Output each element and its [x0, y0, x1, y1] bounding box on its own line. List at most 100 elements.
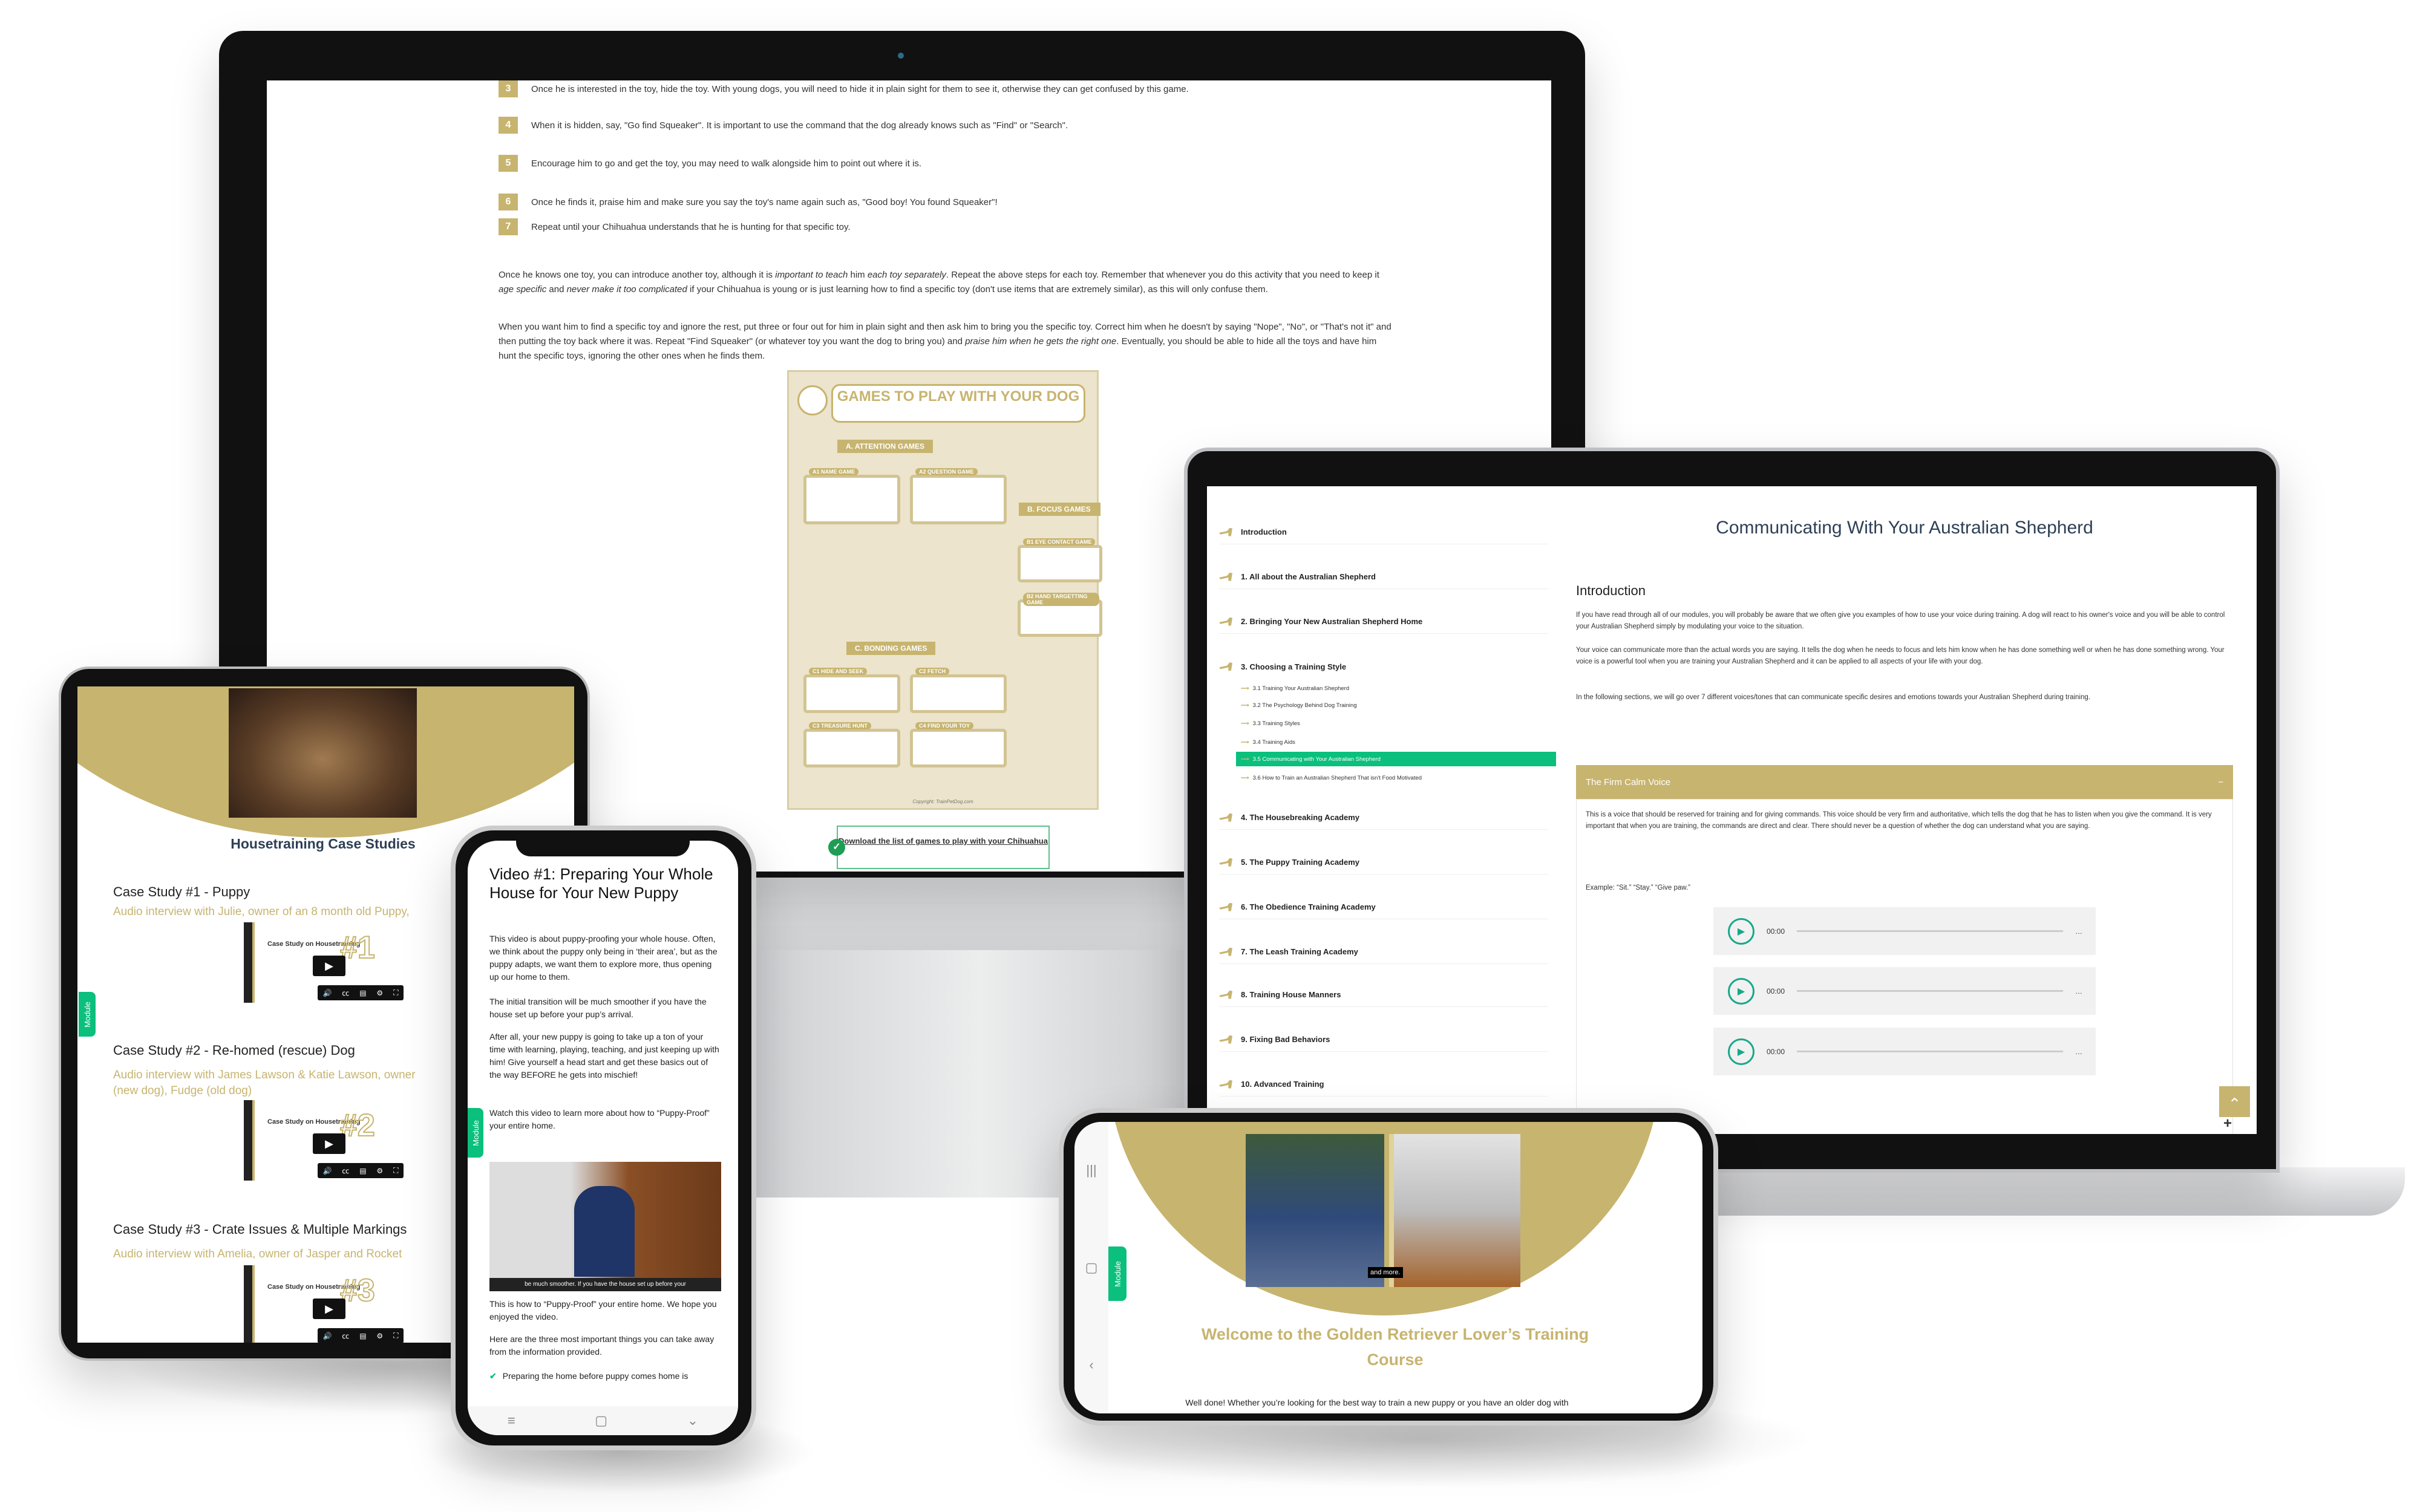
sidebar-item[interactable]: 8. Training House Manners [1219, 983, 1548, 1007]
scroll-top-button[interactable]: ⌃ [2219, 1086, 2250, 1117]
video-caption: be much smoother. If you have the house … [489, 1278, 721, 1291]
dog-icon [1219, 902, 1232, 911]
arrow-right-icon: ⟶ [1241, 720, 1249, 727]
recent-apps-icon[interactable]: ||| [1086, 1162, 1096, 1178]
step-3: 3 Once he is interested in the toy, hide … [499, 80, 1189, 97]
play-icon[interactable]: ▶ [1728, 977, 1754, 1005]
play-icon[interactable]: ▶ [313, 1299, 345, 1319]
audio-video-thumbnail[interactable]: Case Study on Housetraining #2 ▶ 🔊 ㏄ ▤ ⚙ ⛶ [244, 1100, 404, 1181]
android-nav-bar: ≡ ▢ ⌄ [468, 1406, 738, 1435]
plus-icon[interactable]: + [2223, 1115, 2232, 1132]
gear-icon: ⚙ [376, 1331, 384, 1340]
play-icon[interactable]: ▶ [1728, 1038, 1754, 1065]
sidebar-item[interactable]: 3. Choosing a Training Style [1219, 654, 1548, 679]
audio-progress[interactable] [1797, 990, 2064, 992]
paragraph: Here are the three most important things… [489, 1334, 715, 1357]
sidebar-item[interactable]: 9. Fixing Bad Behaviors [1219, 1028, 1548, 1052]
sidebar-item[interactable]: 6. The Obedience Training Academy [1219, 895, 1548, 919]
case-study-subtitle: Audio interview with Amelia, owner of Ja… [113, 1248, 402, 1260]
step-7: 7 Repeat until your Chihuahua understands… [499, 218, 851, 235]
module-tab[interactable]: Module [79, 992, 96, 1037]
audio-player[interactable]: ▶ 00:00… [1713, 1028, 2096, 1075]
presenter [574, 1186, 635, 1277]
video-player[interactable]: be much smoother. If you have the house … [489, 1162, 721, 1291]
phone-screen: Video #1: Preparing Your Whole House for… [468, 841, 738, 1435]
sidebar-subitem[interactable]: ⟶ 3.1 Training Your Australian Shepherd [1236, 681, 1556, 696]
home-icon[interactable]: ▢ [1085, 1260, 1098, 1276]
case-study-title: Case Study #2 - Re-homed (rescue) Dog [113, 1043, 355, 1058]
logo-icon [797, 385, 828, 415]
accordion-header[interactable]: The Firm Calm Voice − [1576, 765, 2233, 799]
arrow-right-icon: ⟶ [1241, 702, 1249, 709]
dog-icon [1219, 527, 1232, 536]
welcome-heading: Welcome to the Golden Retriever Lover’s … [1201, 1325, 1589, 1369]
card-a2: A2 QUESTION GAME [910, 468, 1007, 524]
sidebar-item[interactable]: 7. The Leash Training Academy [1219, 940, 1548, 964]
collapse-icon[interactable]: − [2218, 777, 2223, 787]
step-4: 4 When it is hidden, say, "Go find Squeak… [499, 117, 1068, 134]
sidebar-subitem[interactable]: ⟶ 3.3 Training Styles [1236, 716, 1556, 731]
sidebar-subitem[interactable]: ⟶ 3.5 Communicating with Your Australian … [1236, 752, 1556, 766]
paragraph: After all, your new puppy is going to ta… [489, 1032, 719, 1080]
example-text: Example: “Sit.” “Stay.” “Give paw.” [1586, 884, 1690, 891]
dog-icon [1219, 617, 1232, 626]
sidebar-subitem[interactable]: ⟶ 3.2 The Psychology Behind Dog Training [1236, 698, 1556, 712]
module-tab[interactable]: Module [1108, 1246, 1127, 1301]
play-icon[interactable]: ▶ [313, 956, 345, 976]
module-tab[interactable]: Module [468, 1108, 483, 1158]
back-chevron-icon[interactable]: ‹ [1089, 1357, 1093, 1373]
player-controls[interactable]: 🔊 ㏄ ▤ ⚙ ⛶ [318, 1328, 404, 1343]
webcam [898, 53, 904, 59]
card-b2: B2 HAND TARGETTING GAME [1018, 593, 1102, 637]
back-chevron-icon[interactable]: ⌄ [687, 1413, 698, 1429]
german-shepherd-photo [229, 688, 417, 818]
case-study-title: Case Study #3 - Crate Issues & Multiple … [113, 1222, 407, 1237]
arrow-right-icon: ⟶ [1241, 774, 1249, 781]
check-circle-icon: ✓ [828, 839, 845, 856]
check-icon: ✔ [489, 1371, 497, 1381]
intro-paragraph: Your voice can communicate more than the… [1576, 647, 2225, 665]
dog-icon [1219, 1035, 1232, 1044]
step-5: 5 Encourage him to go and get the toy, yo… [499, 155, 921, 172]
sidebar-item[interactable]: 1. All about the Australian Shepherd [1219, 565, 1548, 589]
sidebar-subitem[interactable]: ⟶ 3.6 How to Train an Australian Shepherd… [1236, 771, 1556, 785]
audio-player[interactable]: ▶ 00:00… [1713, 967, 2096, 1015]
cc-icon: ㏄ [342, 989, 350, 997]
audio-player[interactable]: ▶ 00:00… [1713, 907, 2096, 955]
sidebar-item[interactable]: Introduction [1219, 520, 1548, 544]
recent-apps-icon[interactable]: ≡ [508, 1413, 515, 1429]
page-title: Communicating With Your Australian Sheph… [1716, 518, 2093, 538]
home-icon[interactable]: ▢ [595, 1413, 607, 1429]
transcript-icon: ▤ [359, 988, 367, 997]
intro-paragraph: If you have read through all of our modu… [1576, 611, 2225, 630]
play-icon[interactable]: ▶ [313, 1133, 345, 1154]
download-games-link[interactable]: ✓ Download the list of games to play with… [828, 826, 1050, 869]
dog-icon [1219, 813, 1232, 822]
player-controls[interactable]: 🔊 ㏄ ▤ ⚙ ⛶ [318, 1163, 404, 1178]
cc-icon: ㏄ [342, 1167, 350, 1175]
sidebar-item[interactable]: 4. The Housebreaking Academy [1219, 806, 1548, 830]
case-study-title: Case Study #1 - Puppy [113, 884, 250, 899]
audio-video-thumbnail[interactable]: Case Study on Housetraining #3 ▶ 🔊 ㏄ ▤ ⚙ ⛶ [244, 1265, 404, 1343]
android-nav-bar: ||| ▢ ‹ [1074, 1122, 1108, 1413]
sidebar-item[interactable]: 2. Bringing Your New Australian Shepherd… [1219, 610, 1548, 634]
audio-progress[interactable] [1797, 930, 2064, 932]
landscape-screen: ||| ▢ ‹ and more. Welcome to the Golden Re… [1074, 1122, 1702, 1413]
case-study-subtitle: (new dog), Fudge (old dog) [113, 1084, 252, 1097]
player-controls[interactable]: 🔊 ㏄ ▤ ⚙ ⛶ [318, 985, 404, 1000]
trainer-with-golden-retriever-photo [1394, 1134, 1520, 1287]
arrow-right-icon: ⟶ [1241, 685, 1249, 692]
volume-icon: 🔊 [322, 1331, 332, 1340]
sidebar-item[interactable]: 10. Advanced Training [1219, 1072, 1548, 1097]
sidebar-item[interactable]: 5. The Puppy Training Academy [1219, 850, 1548, 875]
play-icon[interactable]: ▶ [1728, 917, 1754, 945]
video-caption: and more. [1368, 1267, 1403, 1278]
intro-paragraph: In the following sections, we will go ov… [1576, 694, 2090, 701]
audio-progress[interactable] [1797, 1051, 2064, 1052]
dog-icon [1219, 1080, 1232, 1089]
audio-video-thumbnail[interactable]: Case Study on Housetraining #1 ▶ 🔊 ㏄ ▤ ⚙ ⛶ [244, 922, 404, 1003]
case-study-subtitle: Audio interview with Julie, owner of an … [113, 905, 410, 918]
sidebar-subitem[interactable]: ⟶ 3.4 Training Aids [1236, 735, 1556, 749]
arrow-right-icon: ⟶ [1241, 738, 1249, 746]
arrow-right-icon: ⟶ [1241, 755, 1249, 763]
